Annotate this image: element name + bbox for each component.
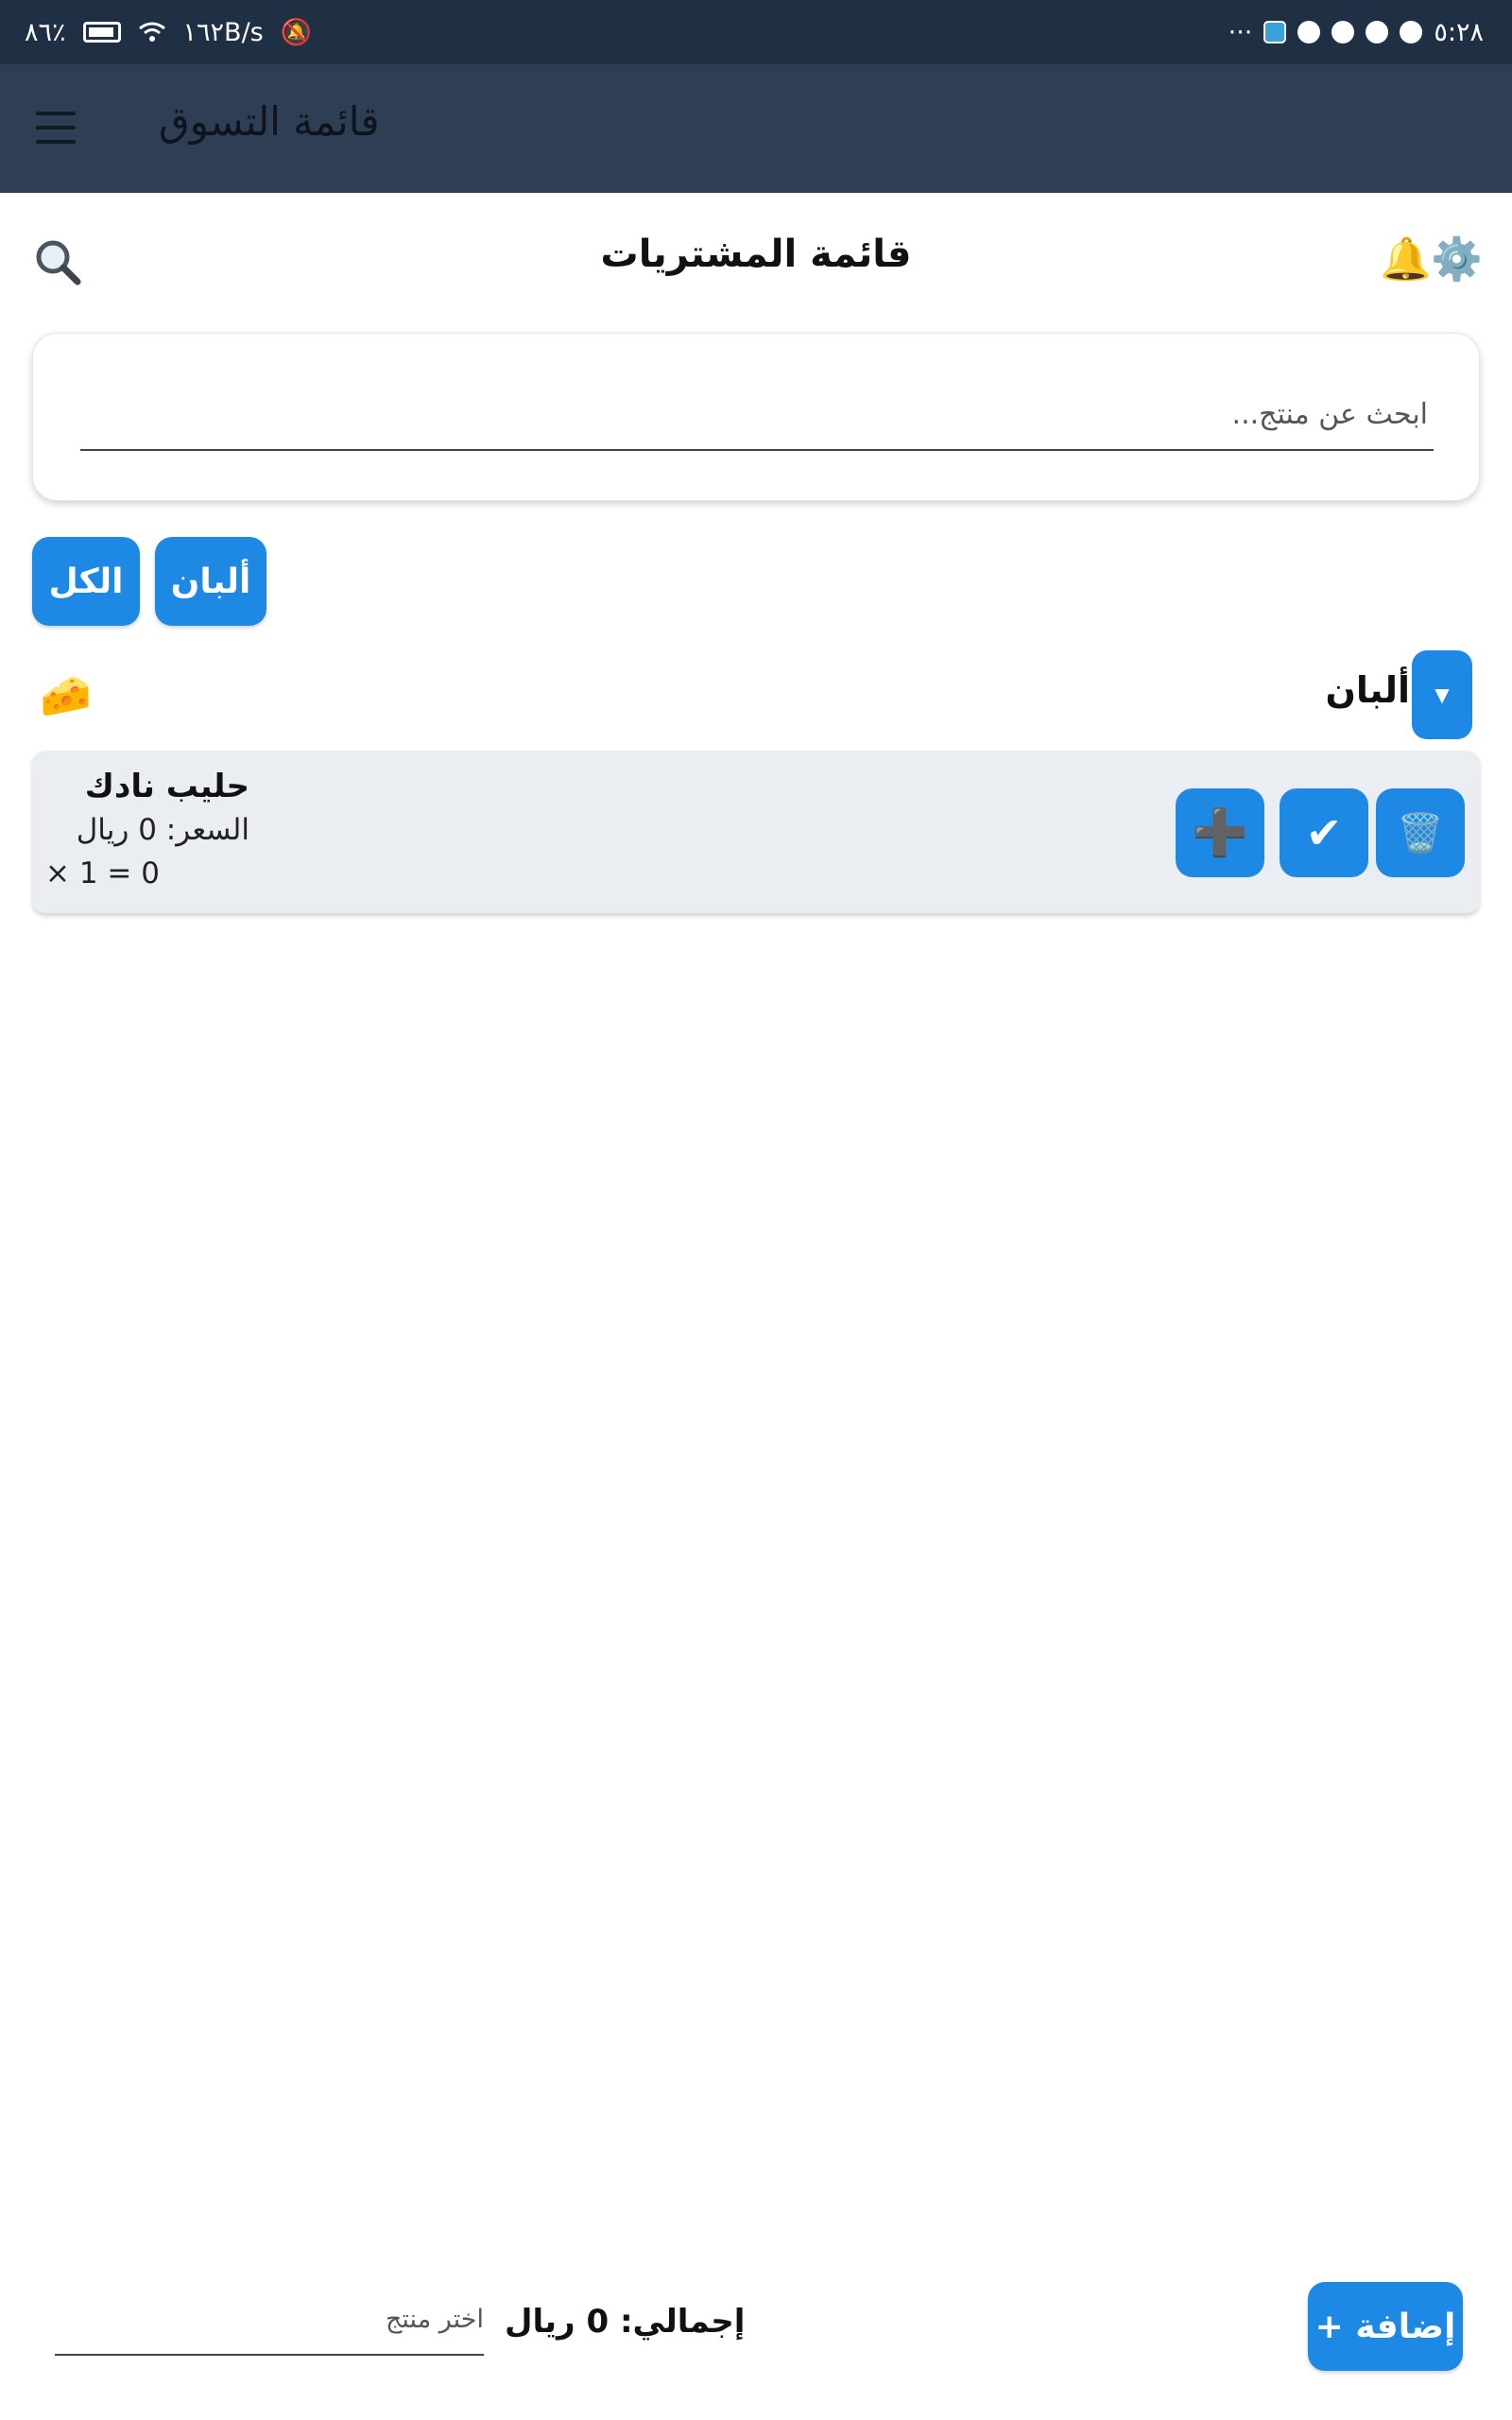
clock: ٥:٢٨ [1434,17,1484,47]
app-notification-icon [1263,21,1287,43]
status-right: ··· ٥:٢٨ [1228,0,1484,64]
search-input[interactable] [80,385,1434,451]
status-left: ٨٦٪ ١٦٢B/s 🔕 [25,0,312,64]
trash-icon: 🗑️ [1397,811,1444,856]
wifi-icon [138,21,166,43]
category-title: ألبان [1325,669,1410,711]
gear-icon[interactable]: ⚙️ [1431,234,1483,284]
check-icon: ✔ [1305,807,1343,858]
product-select-placeholder: اختر منتج [385,2305,484,2334]
app-bar: قائمة التسوق [0,64,1512,193]
cheese-icon: 🧀 [40,672,92,720]
app-title: قائمة التسوق [159,98,380,145]
mute-icon: 🔕 [280,18,313,47]
total-amount: إجمالي: 0 ريال [505,2303,746,2341]
menu-icon[interactable] [36,112,76,144]
item-price: السعر: 0 ريال [76,813,249,847]
add-button[interactable]: إضافة + [1308,2282,1463,2371]
status-bar: ٨٦٪ ١٦٢B/s 🔕 ··· ٥:٢٨ [0,0,1512,64]
plus-icon: ➕ [1192,806,1248,859]
battery-icon [82,22,121,43]
more-notifications-icon: ··· [1228,17,1253,47]
item-calculation: 0 = 1 × [45,856,160,890]
category-collapse-button[interactable]: ▼ [1412,650,1472,739]
snapchat-icon [1400,21,1423,43]
item-name: حليب نادك [84,768,249,805]
network-speed: ١٦٢B/s [182,17,264,47]
chevron-down-icon: ▼ [1435,683,1450,706]
increase-quantity-button[interactable]: ➕ [1176,788,1264,877]
bell-icon[interactable]: 🔔 [1380,234,1432,284]
product-select[interactable]: اختر منتج [55,2299,484,2356]
delete-item-button[interactable]: 🗑️ [1376,788,1465,877]
battery-percent: ٨٦٪ [25,17,66,47]
snapchat-icon [1297,21,1321,43]
mark-purchased-button[interactable]: ✔ [1280,788,1368,877]
snapchat-icon [1366,21,1389,43]
filter-all-button[interactable]: الكل [32,537,140,626]
search-card [32,333,1480,501]
snapchat-icon [1332,21,1355,43]
filter-dairy-button[interactable]: ألبان [155,537,266,626]
page-title: قائمة المشتريات [600,233,912,276]
list-item: حليب نادك السعر: 0 ريال 0 = 1 × ➕ ✔ 🗑️ [32,751,1480,913]
